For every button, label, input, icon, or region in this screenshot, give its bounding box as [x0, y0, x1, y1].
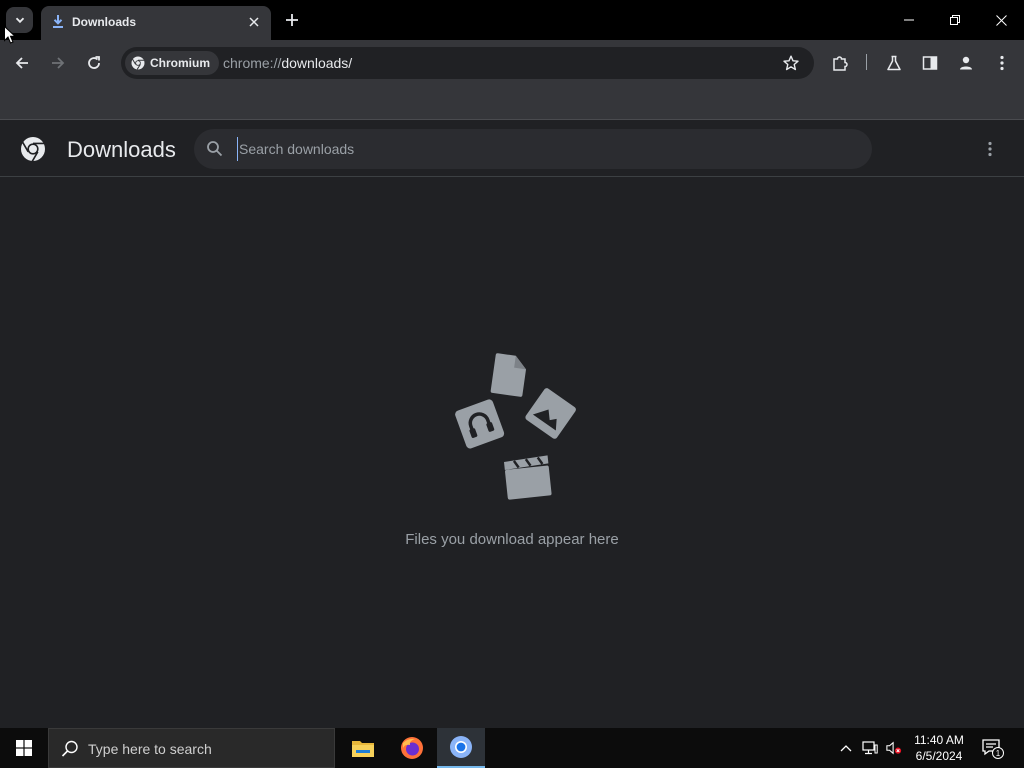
start-button[interactable] [0, 728, 48, 768]
taskbar-firefox[interactable] [388, 728, 436, 768]
profile-button[interactable] [955, 52, 977, 74]
puzzle-icon [833, 56, 848, 71]
tab-strip: Downloads [0, 0, 1024, 40]
side-panel-button[interactable] [919, 52, 941, 74]
tab-title: Downloads [72, 15, 137, 29]
forward-arrow-icon [52, 57, 65, 69]
back-arrow-icon [15, 57, 28, 69]
clock-date: 6/5/2024 [915, 749, 963, 763]
search-icon [207, 141, 223, 157]
notification-icon: 1 [982, 739, 1004, 759]
side-panel-icon [922, 56, 938, 70]
reload-button[interactable] [81, 50, 107, 76]
restore-button[interactable] [932, 0, 978, 40]
clock-time: 11:40 AM [914, 733, 964, 747]
taskbar-chromium[interactable] [437, 728, 485, 768]
page-title: Downloads [67, 137, 176, 162]
download-icon [53, 15, 63, 28]
chromium-icon [450, 736, 472, 758]
network-button[interactable] [862, 740, 878, 756]
taskbar-clock[interactable]: 11:40 AM 6/5/2024 [904, 732, 974, 764]
reload-icon [88, 56, 100, 69]
window-close-button[interactable] [978, 0, 1024, 40]
close-icon [249, 17, 259, 27]
url-path: downloads/ [281, 55, 353, 71]
toolbar-divider [866, 54, 867, 70]
plus-icon [286, 14, 298, 26]
windows-logo-icon [16, 740, 32, 756]
show-hidden-icons-button[interactable] [838, 740, 854, 756]
kebab-menu-icon [988, 141, 992, 157]
browser-toolbar: Chromium chrome://downloads/ [0, 40, 1024, 86]
bookmark-button[interactable] [782, 54, 800, 72]
kebab-menu-icon [1000, 55, 1004, 71]
person-icon [960, 56, 972, 70]
taskbar-file-explorer[interactable] [339, 728, 387, 768]
chromium-logo-icon [131, 56, 145, 70]
star-icon [783, 55, 799, 71]
forward-button[interactable] [45, 50, 71, 76]
search-icon [61, 740, 78, 757]
address-bar[interactable]: Chromium chrome://downloads/ [121, 47, 814, 79]
taskbar-search-box[interactable]: Type here to search [48, 728, 335, 768]
chevron-down-icon [15, 17, 24, 24]
site-info-chip[interactable]: Chromium [125, 51, 219, 75]
close-icon [995, 14, 1007, 26]
notification-center-button[interactable]: 1 [980, 736, 1004, 760]
downloads-header: Downloads [0, 121, 1024, 177]
url-scheme: chrome:// [223, 55, 282, 71]
flask-icon [887, 55, 901, 71]
audio-file-icon [455, 399, 505, 449]
new-tab-button[interactable] [282, 10, 302, 30]
bookmark-bar [0, 86, 1024, 120]
downloads-search[interactable] [194, 129, 872, 169]
empty-state-message: Files you download appear here [405, 531, 619, 548]
minimize-icon [904, 19, 914, 21]
labs-button[interactable] [883, 52, 905, 74]
minimize-button[interactable] [886, 0, 932, 40]
network-icon [862, 741, 878, 755]
volume-button[interactable] [886, 740, 902, 756]
video-file-icon [504, 455, 552, 500]
empty-downloads-illustration [455, 353, 576, 500]
firefox-icon [401, 737, 423, 759]
mouse-cursor-icon [4, 26, 16, 44]
site-chip-label: Chromium [150, 56, 210, 70]
windows-taskbar: Type here to search 11:40 AM 6/5/2024 1 [0, 728, 1024, 768]
url-text: chrome://downloads/ [223, 55, 352, 71]
taskbar-search-text: Type here to search [88, 741, 212, 757]
downloads-list-area: Files you download appear here [0, 178, 1024, 728]
downloads-more-actions-button[interactable] [978, 137, 1002, 161]
chromium-logo-icon [21, 137, 45, 162]
back-button[interactable] [9, 50, 35, 76]
notification-count: 1 [996, 749, 1001, 758]
browser-menu-button[interactable] [991, 52, 1013, 74]
chevron-up-icon [840, 745, 852, 752]
image-file-icon [525, 388, 576, 439]
restore-icon [950, 15, 960, 25]
document-icon [490, 353, 527, 397]
tab-downloads[interactable]: Downloads [41, 6, 271, 40]
file-explorer-icon [352, 741, 374, 757]
search-input[interactable] [237, 137, 837, 161]
volume-muted-icon [886, 741, 902, 755]
extensions-button[interactable] [829, 52, 851, 74]
tab-close-button[interactable] [245, 13, 263, 31]
